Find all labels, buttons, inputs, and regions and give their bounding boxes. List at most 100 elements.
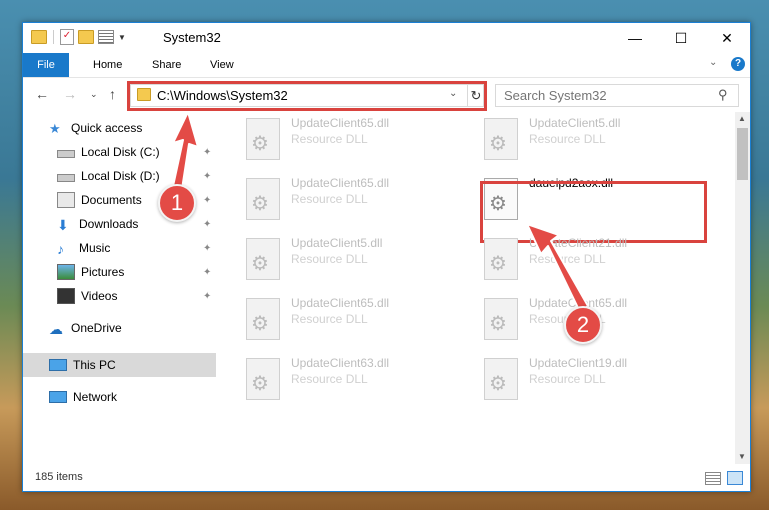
pictures-icon [57,264,75,280]
dll-file-icon: ⚙ [246,238,280,280]
music-icon: ♪ [57,241,64,257]
sidebar-item-quick-access[interactable]: ★ Quick access [49,117,142,139]
sidebar-item-onedrive[interactable]: ☁ OneDrive [49,317,122,339]
file-tile[interactable]: ⚙ UpdateClient21.dll Resource DLL [454,232,674,282]
scroll-down-arrow-icon[interactable]: ▼ [738,452,746,461]
pin-icon[interactable]: ✦ [203,147,211,158]
address-highlight-box [127,81,487,111]
sidebar-item-downloads[interactable]: ⬇ Downloads [57,213,138,235]
pin-icon[interactable]: ✦ [203,291,211,302]
up-arrow-icon[interactable]: ↑ [109,86,116,102]
recent-locations-chevron-icon[interactable]: ⌄ [90,89,98,100]
file-tile[interactable]: ⚙ UpdateClient65.dll Resource DLL [454,292,674,342]
vertical-scrollbar[interactable]: ▲ ▼ [735,112,750,464]
scroll-up-arrow-icon[interactable]: ▲ [738,114,746,123]
gear-icon: ⚙ [251,133,269,155]
search-box[interactable]: ⚲ [495,84,739,107]
customize-icon[interactable] [98,30,114,44]
ribbon-tabs: File Home Share View ⌄ ? [23,53,750,78]
file-tile[interactable]: ⚙ UpdateClient5.dll Resource DLL [454,112,674,162]
forward-arrow-icon[interactable]: → [63,86,77,102]
file-name: UpdateClient65.dll [291,176,390,190]
sidebar-item-music[interactable]: ♪ Music [57,237,110,259]
sidebar-item-local-disk-c[interactable]: Local Disk (C:) [57,141,160,163]
dll-file-icon: ⚙ [484,118,518,160]
sidebar-item-label: This PC [73,358,116,372]
pin-icon[interactable]: ✦ [203,219,211,230]
file-name: UpdateClient63.dll [291,356,390,370]
downloads-icon: ⬇ [57,217,69,233]
expand-ribbon-chevron-icon[interactable]: ⌄ [709,57,717,68]
search-input[interactable] [504,88,704,103]
file-name: UpdateClient21.dll [529,236,628,250]
maximize-button[interactable]: ☐ [658,23,704,53]
file-name: UpdateClient19.dll [529,356,628,370]
tab-share[interactable]: Share [140,53,193,77]
sidebar-item-label: Network [73,390,118,404]
file-type: Resource DLL [529,372,606,386]
videos-icon [57,288,75,304]
file-list: ⚙ UpdateClient65.dll Resource DLL ⚙ Upda… [216,112,735,464]
pin-icon[interactable]: ✦ [203,171,211,182]
dll-file-icon: ⚙ [246,358,280,400]
file-type: Resource DLL [291,312,368,326]
file-type: Resource DLL [529,252,606,266]
drive-icon [57,150,75,158]
network-icon [49,391,67,403]
file-type: Resource DLL [529,132,606,146]
sidebar-item-label: Music [79,241,111,255]
back-arrow-icon[interactable]: ← [35,86,49,102]
close-button[interactable]: ✕ [704,23,750,53]
sidebar-item-documents[interactable]: Documents [57,189,142,211]
status-bar: 185 items [23,467,750,491]
sidebar-item-this-pc[interactable]: This PC [49,354,116,376]
scrollbar-thumb[interactable] [737,128,748,180]
sidebar-item-label: Local Disk (C:) [81,145,160,159]
gear-icon: ⚙ [251,193,269,215]
minimize-button[interactable]: — [612,23,658,53]
file-name: UpdateClient5.dll [291,236,383,250]
file-tile[interactable]: ⚙ UpdateClient65.dll Resource DLL [216,172,436,222]
title-bar: ✓ ▼ System32 — ☐ ✕ [23,23,750,53]
pin-icon[interactable]: ✦ [203,243,211,254]
sidebar-item-label: Downloads [79,217,139,231]
documents-icon [57,192,75,208]
drive-icon [57,174,75,182]
sidebar-item-local-disk-d[interactable]: Local Disk (D:) [57,165,160,187]
step-1-badge: 1 [158,184,196,222]
dll-file-icon: ⚙ [484,238,518,280]
file-name: UpdateClient65.dll [291,296,390,310]
tab-home[interactable]: Home [81,53,134,77]
help-button[interactable]: ? [731,57,745,71]
file-tile[interactable]: ⚙ UpdateClient65.dll Resource DLL [216,112,436,162]
sidebar-item-pictures[interactable]: Pictures [57,261,124,283]
folder-icon [31,30,47,44]
search-icon[interactable]: ⚲ [718,87,728,103]
gear-icon: ⚙ [251,313,269,335]
sidebar-item-label: Pictures [81,265,125,279]
file-tile[interactable]: ⚙ UpdateClient63.dll Resource DLL [216,352,436,402]
large-icons-view-icon[interactable] [727,471,743,485]
sidebar-item-label: Local Disk (D:) [81,169,160,183]
sidebar-item-label: Documents [81,193,142,207]
star-icon: ★ [49,121,61,136]
details-view-icon[interactable] [705,472,721,485]
file-tile[interactable]: ⚙ UpdateClient65.dll Resource DLL [216,292,436,342]
tab-file[interactable]: File [23,53,69,77]
dll-file-icon: ⚙ [484,358,518,400]
properties-check-icon[interactable]: ✓ [60,29,74,45]
file-tile[interactable]: ⚙ UpdateClient5.dll Resource DLL [216,232,436,282]
sidebar-item-videos[interactable]: Videos [57,285,117,307]
sidebar-item-network[interactable]: Network [49,386,117,408]
new-folder-icon[interactable] [78,30,94,44]
dll-file-icon: ⚙ [246,118,280,160]
navigation-bar: ← → ⌄ ↑ C:\Windows\System32 ⌄ ↻ ⚲ [23,78,750,112]
pin-icon[interactable]: ✦ [203,195,211,206]
navigation-pane: ★ Quick access Local Disk (C:) ✦ Local D… [23,112,216,464]
chevron-down-icon[interactable]: ▼ [118,33,126,42]
tab-view[interactable]: View [198,53,246,77]
gear-icon: ⚙ [251,253,269,275]
file-tile[interactable]: ⚙ UpdateClient19.dll Resource DLL [454,352,674,402]
pin-icon[interactable]: ✦ [203,267,211,278]
gear-icon: ⚙ [489,133,507,155]
